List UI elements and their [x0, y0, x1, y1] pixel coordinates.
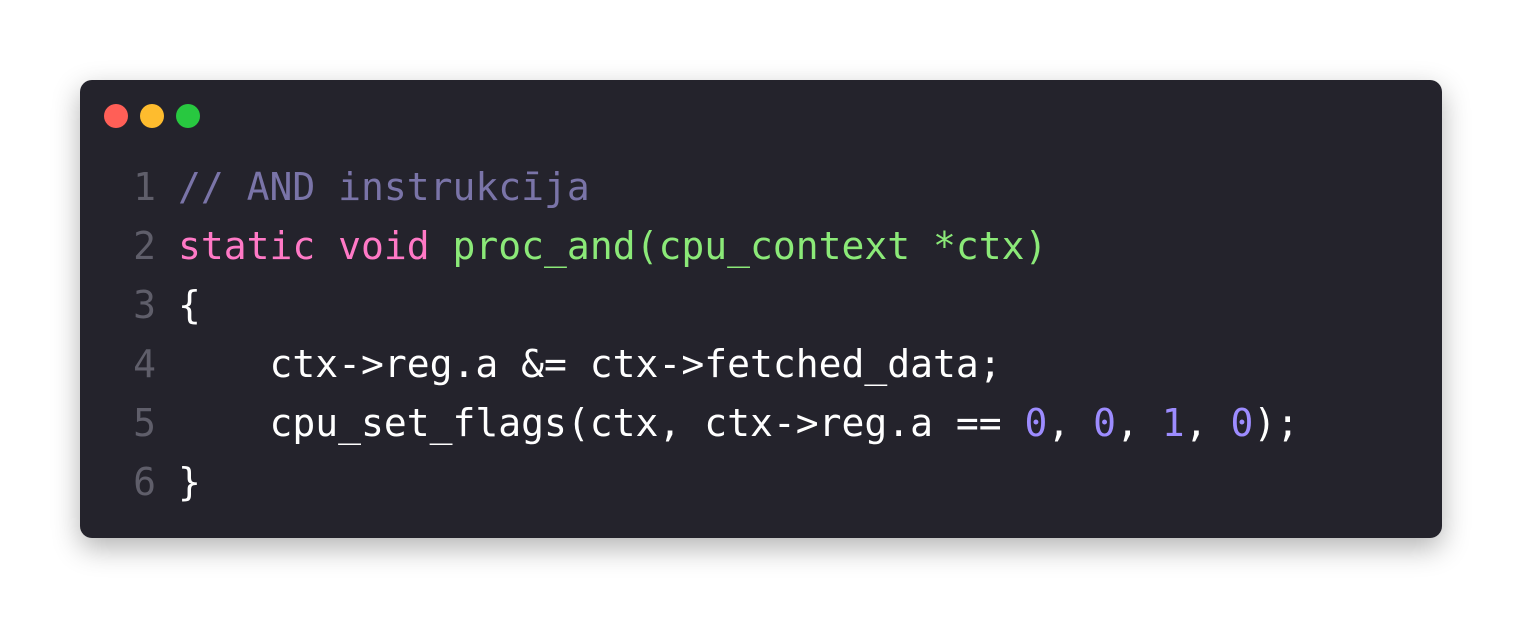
code-token-plain: ,: [1184, 401, 1231, 445]
code-line: 4 ctx->reg.a &= ctx->fetched_data;: [80, 335, 1442, 394]
code-token-number: 1: [1161, 401, 1185, 445]
line-number: 6: [133, 460, 156, 504]
code-line: 6}: [80, 453, 1442, 512]
code-token-plain: {: [178, 283, 201, 327]
code-text: static void proc_and(cpu_context *ctx): [178, 217, 1047, 276]
line-number: 4: [133, 342, 156, 386]
line-number: 1: [133, 165, 156, 209]
code-text: cpu_set_flags(ctx, ctx->reg.a == 0, 0, 1…: [178, 394, 1300, 453]
code-token-plain: ,: [1047, 401, 1094, 445]
code-text: {: [178, 276, 201, 335]
zoom-dot-icon[interactable]: [176, 104, 200, 128]
minimize-dot-icon[interactable]: [140, 104, 164, 128]
line-number: 5: [133, 401, 156, 445]
code-token-keyword: static void: [178, 224, 453, 268]
code-text: ctx->reg.a &= ctx->fetched_data;: [178, 335, 1002, 394]
code-token-plain: cpu_set_flags(ctx, ctx->reg.a ==: [178, 401, 1025, 445]
code-text: // AND instrukcīja: [178, 158, 590, 217]
code-line: 1 // AND instrukcīja: [80, 158, 1442, 217]
code-token-number: 0: [1024, 401, 1048, 445]
code-line: 2 static void proc_and(cpu_context *ctx): [80, 217, 1442, 276]
code-window: 1 // AND instrukcīja 2 static void proc_and…: [80, 80, 1442, 538]
code-block: 1 // AND instrukcīja 2 static void proc_and…: [80, 158, 1442, 512]
code-token-plain: ctx->reg.a &= ctx->fetched_data;: [178, 342, 1002, 386]
code-token-plain: );: [1253, 401, 1300, 445]
code-token-function: proc_and(cpu_context *ctx): [452, 224, 1048, 268]
line-number: 2: [133, 224, 156, 268]
close-dot-icon[interactable]: [104, 104, 128, 128]
code-token-plain: }: [178, 460, 201, 504]
code-line: 5 cpu_set_flags(ctx, ctx->reg.a == 0, 0,…: [80, 394, 1442, 453]
code-text: }: [178, 453, 201, 512]
code-token-number: 0: [1230, 401, 1254, 445]
code-line: 3{: [80, 276, 1442, 335]
code-token-number: 0: [1093, 401, 1117, 445]
code-token-comment: // AND instrukcīja: [178, 165, 590, 209]
line-number: 3: [133, 283, 156, 327]
code-token-plain: ,: [1116, 401, 1162, 445]
